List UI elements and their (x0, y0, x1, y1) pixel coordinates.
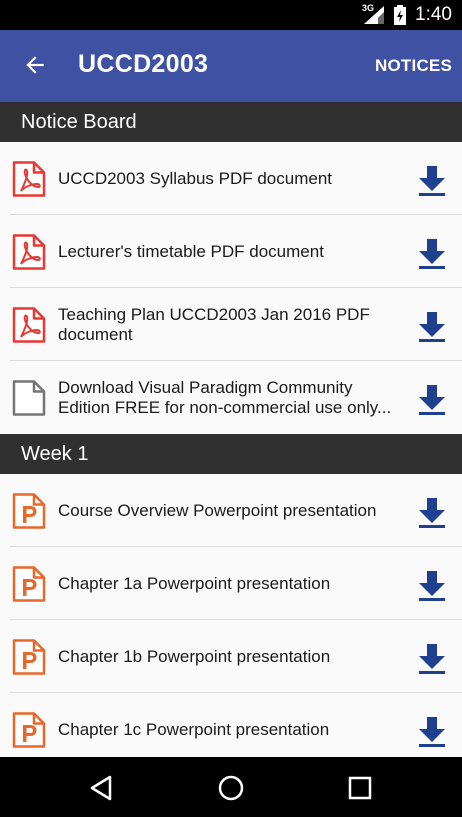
download-icon[interactable] (418, 717, 446, 747)
recent-apps-square-icon[interactable] (346, 774, 374, 802)
pdf-icon (12, 161, 46, 197)
course-content-list[interactable]: Notice Board UCCD2003 Syllabus PDF docum… (0, 102, 462, 757)
section-header-week-1: Week 1 (0, 434, 462, 474)
clock: 1:40 (415, 4, 452, 25)
battery-icon (394, 5, 406, 25)
pdf-icon (12, 234, 46, 270)
navigation-bar (0, 757, 462, 817)
item-title: UCCD2003 Syllabus PDF document (58, 168, 333, 188)
back-arrow-icon[interactable] (22, 52, 48, 78)
section-header-notice-board: Notice Board (0, 102, 462, 142)
download-icon[interactable] (418, 644, 446, 674)
list-item[interactable]: Course Overview Powerpoint presentation (0, 474, 462, 547)
page-title: UCCD2003 (78, 50, 209, 78)
file-icon (12, 380, 46, 416)
powerpoint-icon (12, 566, 46, 602)
download-icon[interactable] (418, 239, 446, 269)
item-title: Chapter 1c Powerpoint presentation (58, 719, 330, 739)
app-bar: UCCD2003 NOTICES (0, 30, 462, 102)
notices-button[interactable]: NOTICES (375, 56, 452, 76)
item-title: Chapter 1a Powerpoint presentation (58, 573, 331, 593)
list-item[interactable]: UCCD2003 Syllabus PDF document (0, 142, 462, 215)
item-title: Teaching Plan UCCD2003 Jan 2016 PDF docu… (58, 304, 370, 344)
back-triangle-icon[interactable] (88, 774, 116, 802)
home-circle-icon[interactable] (217, 774, 245, 802)
download-icon[interactable] (418, 385, 446, 415)
list-item[interactable]: Chapter 1b Powerpoint presentation (0, 620, 462, 693)
item-title: Lecturer's timetable PDF document (58, 241, 324, 261)
status-bar: 3G 1:40 (0, 0, 462, 30)
powerpoint-icon (12, 712, 46, 748)
download-icon[interactable] (418, 312, 446, 342)
list-item[interactable]: Lecturer's timetable PDF document (0, 215, 462, 288)
item-title: Download Visual Paradigm Community Editi… (58, 377, 392, 417)
powerpoint-icon (12, 493, 46, 529)
item-title: Chapter 1b Powerpoint presentation (58, 646, 331, 666)
list-item[interactable]: Download Visual Paradigm Community Editi… (0, 361, 462, 434)
list-item[interactable]: Chapter 1a Powerpoint presentation (0, 547, 462, 620)
pdf-icon (12, 307, 46, 343)
signal-icon (364, 6, 384, 24)
download-icon[interactable] (418, 571, 446, 601)
download-icon[interactable] (418, 166, 446, 196)
item-title: Course Overview Powerpoint presentation (58, 500, 377, 520)
powerpoint-icon (12, 639, 46, 675)
list-item[interactable]: Teaching Plan UCCD2003 Jan 2016 PDF docu… (0, 288, 462, 361)
download-icon[interactable] (418, 498, 446, 528)
list-item[interactable]: Chapter 1c Powerpoint presentation (0, 693, 462, 757)
